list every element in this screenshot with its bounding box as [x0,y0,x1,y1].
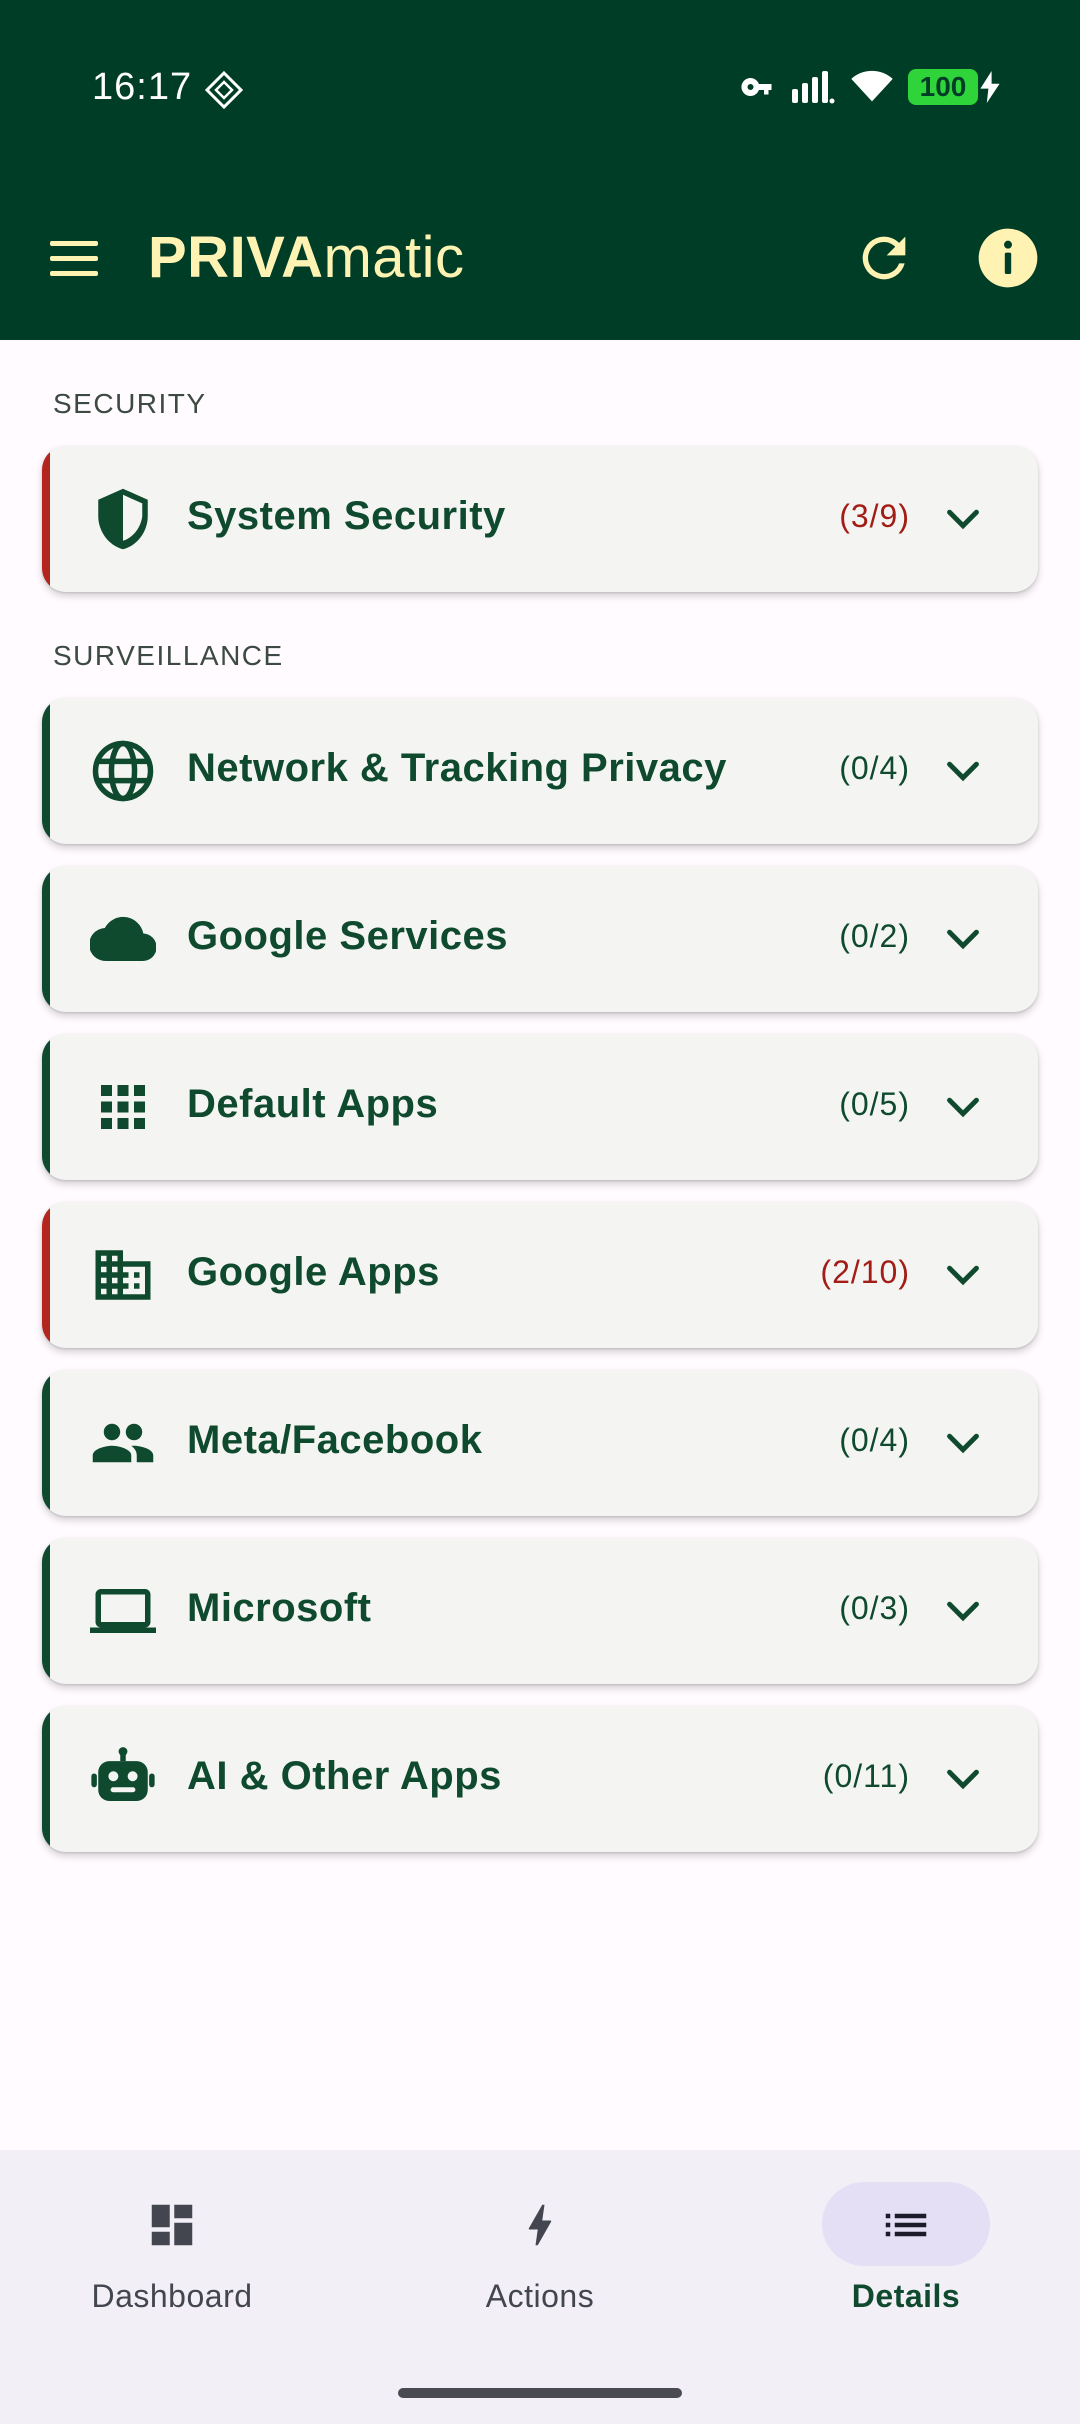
dashboard-icon [151,2204,193,2246]
category-card-default-apps[interactable]: Default Apps (0/5) [42,1034,1038,1180]
category-card-network-tracking[interactable]: Network & Tracking Privacy (0/4) [42,698,1038,844]
card-count: (0/4) [839,750,910,786]
card-accent-ok [42,1370,50,1516]
shield-icon [98,488,148,550]
card-label: System Security [187,494,506,538]
people-icon [92,1423,154,1463]
card-accent-ok [42,698,50,844]
category-card-google-apps[interactable]: Google Apps (2/10) [42,1202,1038,1348]
menu-icon[interactable] [44,228,104,288]
card-accent-warn [42,1202,50,1348]
card-count: (0/5) [839,1086,910,1122]
vpn-key-icon [741,78,772,96]
card-count: (0/11) [822,1758,910,1794]
cloud-icon [90,916,156,962]
card-label: Network & Tracking Privacy [187,746,727,790]
card-accent-ok [42,1538,50,1684]
card-label: AI & Other Apps [187,1754,502,1798]
chevron-down-icon [947,1769,979,1790]
app-title-bold: PRIVA [148,225,324,290]
building-icon [95,1250,151,1300]
card-count: (0/4) [839,1422,910,1458]
chevron-down-icon [947,1097,979,1118]
card-label: Default Apps [187,1082,439,1126]
info-icon[interactable] [976,226,1040,290]
nav-label: Actions [485,2278,595,2314]
card-count: (0/3) [839,1590,910,1626]
laptop-icon [90,1589,156,1633]
category-card-system-security[interactable]: System Security (3/9) [42,446,1038,592]
category-card-google-services[interactable]: Google Services (0/2) [42,866,1038,1012]
app-title-rest: matic [323,225,465,290]
refresh-icon[interactable] [852,226,916,290]
card-label: Google Services [187,914,508,958]
category-card-meta-facebook[interactable]: Meta/Facebook (0/4) [42,1370,1038,1516]
card-count: (2/10) [820,1254,910,1290]
signal-icon [792,71,835,104]
notification-diamond-icon [204,70,244,110]
bottom-navigation: Dashboard Actions Details [0,2150,1080,2424]
chevron-down-icon [947,509,979,530]
chevron-down-icon [947,1433,979,1454]
status-bar: 16:17 100 [0,0,1080,176]
status-icons: 100 [740,62,1000,112]
nav-item-dashboard[interactable]: Dashboard [22,2150,322,2370]
chevron-down-icon [947,929,979,950]
apps-grid-icon [101,1085,145,1129]
nav-item-details[interactable]: Details [756,2150,1056,2370]
nav-item-actions[interactable]: Actions [390,2150,690,2370]
wifi-icon [851,70,893,102]
card-accent-warn [42,446,50,592]
section-label-security: SECURITY [53,388,207,419]
app-title: PRIVAmatic [148,224,465,291]
card-accent-ok [42,1706,50,1852]
card-accent-ok [42,866,50,1012]
card-accent-ok [42,1034,50,1180]
status-time: 16:17 [92,66,193,108]
category-card-microsoft[interactable]: Microsoft (0/3) [42,1538,1038,1684]
card-count: (3/9) [839,498,910,534]
card-label: Google Apps [187,1250,440,1294]
bolt-icon [528,2204,552,2246]
nav-label: Dashboard [91,2278,253,2314]
card-count: (0/2) [839,918,910,954]
battery-level: 100 [919,71,967,102]
globe-icon [92,740,154,802]
category-card-ai-other-apps[interactable]: AI & Other Apps (0/11) [42,1706,1038,1852]
card-label: Meta/Facebook [187,1418,483,1462]
chevron-down-icon [947,1265,979,1286]
card-label: Microsoft [187,1586,372,1630]
chevron-down-icon [947,761,979,782]
gesture-handle[interactable] [398,2388,682,2398]
robot-icon [91,1747,155,1801]
nav-label: Details [851,2278,961,2314]
battery-indicator: 100 [908,69,978,105]
section-label-surveillance: SURVEILLANCE [53,640,284,671]
charging-bolt-icon [980,71,1000,103]
list-icon [885,2213,927,2237]
app-bar: PRIVAmatic [0,176,1080,340]
chevron-down-icon [947,1601,979,1622]
